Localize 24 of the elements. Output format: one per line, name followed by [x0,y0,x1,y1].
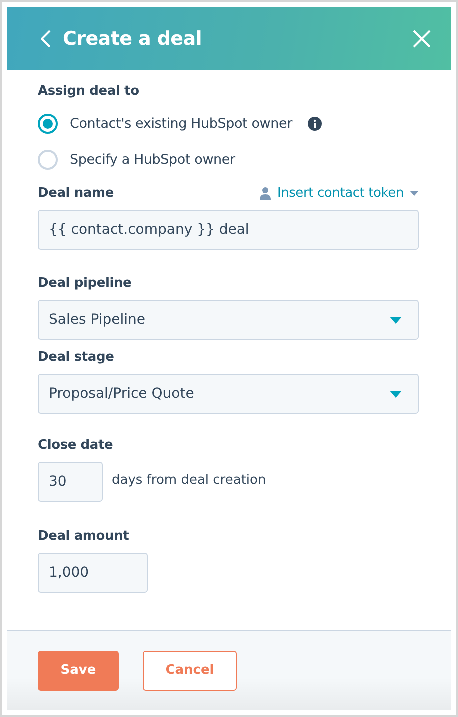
field-label: Deal amount [38,529,130,544]
dialog-title: Create a deal [63,28,203,50]
back-button[interactable] [41,30,51,48]
caret-icon [390,316,402,324]
radio-label: Specify a HubSpot owner [70,152,236,168]
deal-name-field[interactable]: {{ contact.company }} deal [38,210,419,250]
caret-icon [390,390,402,398]
insert-token-link[interactable]: Insert contact token [260,186,419,201]
field-label: Deal name [38,186,114,201]
person-icon [260,187,272,200]
radio-button[interactable] [38,114,58,134]
days-suffix: days from deal creation [112,472,266,488]
pipeline-dropdown[interactable]: Sales Pipeline [38,300,419,340]
days-field[interactable]: 30 [38,462,103,502]
caret-icon [410,191,419,196]
radio-label: Contact's existing HubSpot owner [70,116,292,132]
radio-button[interactable] [38,150,58,170]
field-label: Deal stage [38,350,116,365]
field-label: Assign deal to [38,84,140,99]
stage-dropdown[interactable]: Proposal/Price Quote [38,374,419,414]
field-label: Close date [38,438,114,453]
amount-field[interactable]: 1,000 [38,553,148,593]
field-label: Deal pipeline [38,276,133,291]
close-button[interactable] [413,30,431,48]
